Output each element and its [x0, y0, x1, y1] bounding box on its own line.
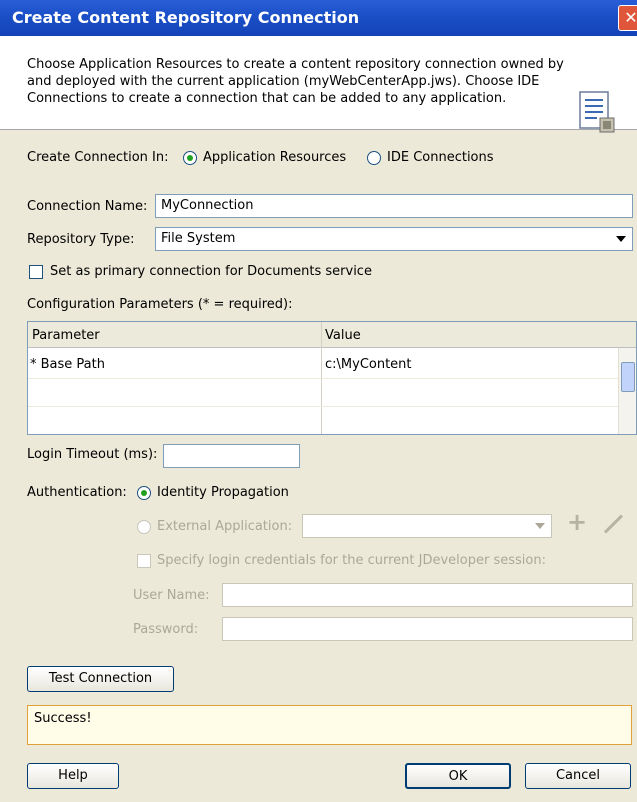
- specify-credentials-checkbox[interactable]: [137, 554, 151, 568]
- repository-type-value: File System: [161, 231, 236, 246]
- table-header: Parameter Value: [28, 322, 636, 348]
- login-timeout-label: Login Timeout (ms):: [27, 447, 158, 462]
- ide-connections-radio[interactable]: [367, 151, 381, 165]
- window-title: Create Content Repository Connection: [12, 8, 360, 27]
- close-icon[interactable]: ✕: [618, 5, 637, 31]
- create-in-label: Create Connection In:: [27, 150, 169, 165]
- user-name-input[interactable]: [222, 583, 633, 607]
- title-bar: Create Content Repository Connection ✕: [0, 0, 637, 36]
- header-description: Choose Application Resources to create a…: [27, 57, 564, 106]
- row-divider: [28, 378, 636, 379]
- add-icon[interactable]: +: [567, 508, 587, 536]
- user-name-label: User Name:: [133, 588, 210, 603]
- document-connection-icon: [579, 91, 615, 133]
- config-parameters-label: Configuration Parameters (* = required):: [27, 297, 293, 312]
- primary-connection-checkbox[interactable]: [29, 265, 43, 279]
- primary-connection-label[interactable]: Set as primary connection for Documents …: [50, 264, 372, 279]
- edit-icon[interactable]: [603, 514, 624, 534]
- config-parameters-table[interactable]: Parameter Value * Base Path c:\MyContent: [27, 321, 637, 435]
- table-cell-value[interactable]: c:\MyContent: [325, 357, 412, 372]
- ok-button[interactable]: OK: [405, 763, 511, 789]
- application-resources-label[interactable]: Application Resources: [203, 150, 346, 165]
- external-application-select[interactable]: [302, 514, 552, 538]
- table-cell-parameter[interactable]: * Base Path: [30, 357, 105, 372]
- password-label: Password:: [133, 622, 199, 637]
- ide-connections-label[interactable]: IDE Connections: [387, 150, 494, 165]
- cancel-button[interactable]: Cancel: [525, 763, 631, 789]
- test-connection-button[interactable]: Test Connection: [27, 666, 174, 692]
- password-input[interactable]: [222, 617, 633, 641]
- identity-propagation-label[interactable]: Identity Propagation: [157, 485, 289, 500]
- external-application-radio[interactable]: [137, 520, 151, 534]
- chevron-down-icon: [535, 523, 545, 529]
- identity-propagation-radio[interactable]: [137, 486, 151, 500]
- repository-type-select[interactable]: File System: [155, 227, 633, 251]
- value-column-header[interactable]: Value: [325, 328, 361, 343]
- help-button[interactable]: Help: [27, 763, 119, 789]
- scrollbar-thumb[interactable]: [621, 362, 635, 392]
- row-divider: [28, 406, 636, 407]
- specify-credentials-label: Specify login credentials for the curren…: [157, 553, 546, 568]
- external-application-label: External Application:: [157, 519, 293, 534]
- authentication-label: Authentication:: [27, 485, 127, 500]
- connection-status-box: Success!: [27, 705, 632, 745]
- connection-name-label: Connection Name:: [27, 199, 148, 214]
- table-scrollbar[interactable]: [618, 348, 636, 434]
- login-timeout-input[interactable]: [163, 444, 300, 468]
- chevron-down-icon: [616, 236, 626, 242]
- repository-type-label: Repository Type:: [27, 232, 135, 247]
- parameter-column-header[interactable]: Parameter: [32, 328, 100, 343]
- application-resources-radio[interactable]: [183, 151, 197, 165]
- header-panel: Choose Application Resources to create a…: [0, 36, 637, 133]
- connection-name-input[interactable]: MyConnection: [155, 194, 633, 218]
